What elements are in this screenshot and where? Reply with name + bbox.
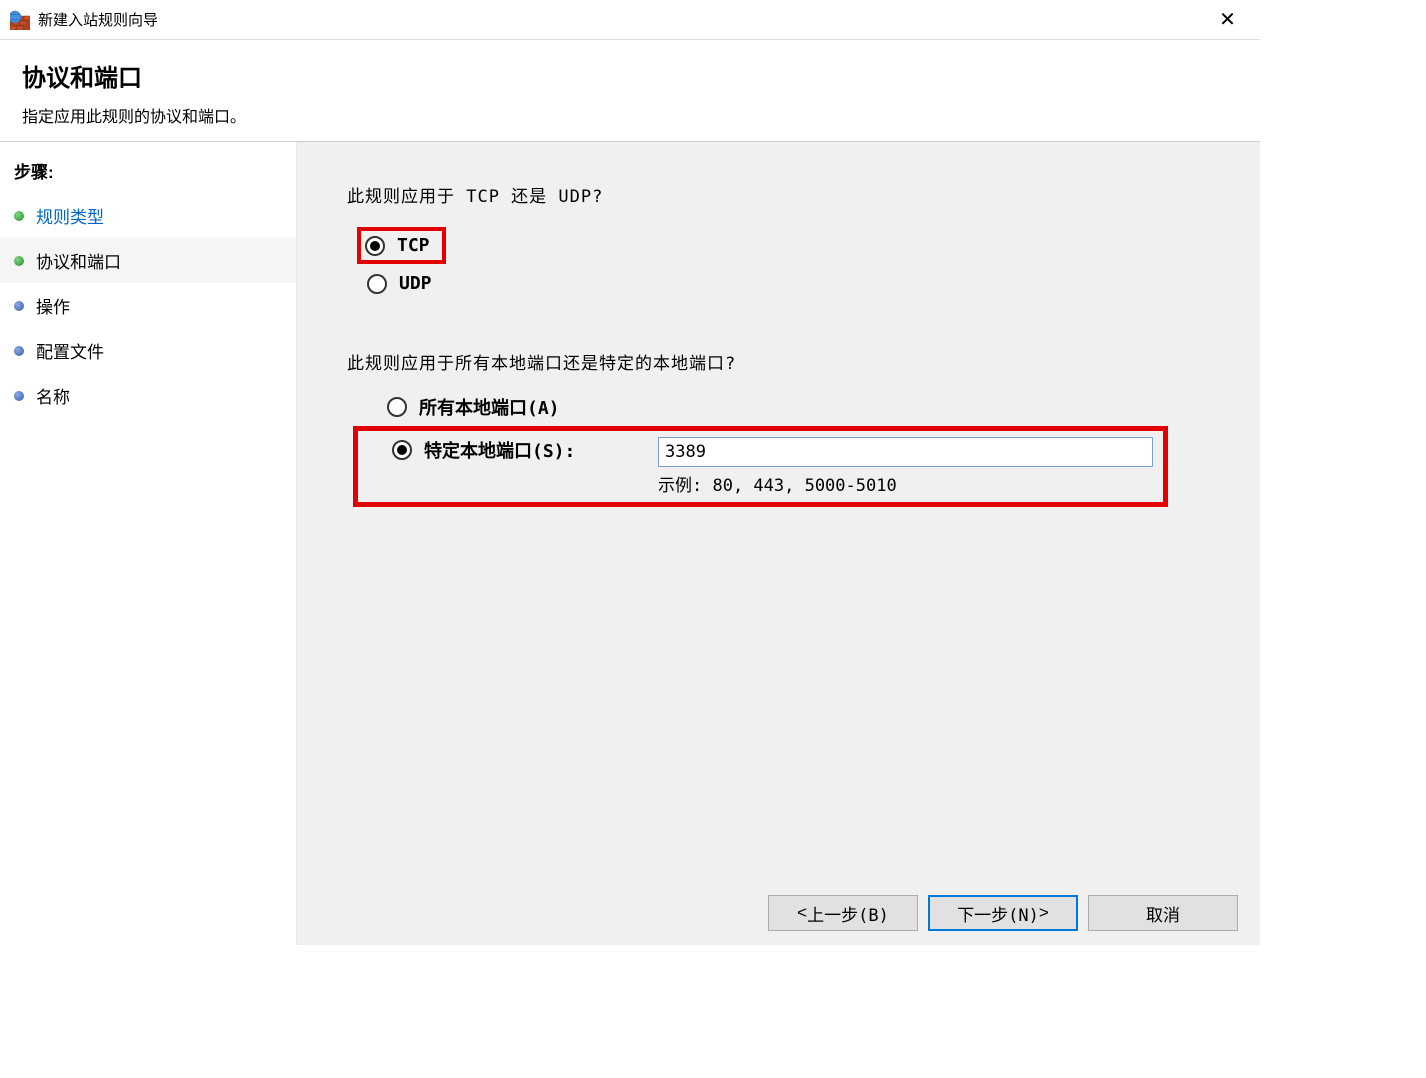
bullet-icon xyxy=(14,211,24,221)
specific-ports-radio-area[interactable]: 特定本地端口(S): xyxy=(392,437,658,463)
titlebar: 新建入站规则向导 ✕ xyxy=(0,0,1260,40)
all-ports-radio[interactable] xyxy=(387,397,407,417)
sidebar-item-label: 名称 xyxy=(36,383,70,408)
sidebar-item-profile[interactable]: 配置文件 xyxy=(0,328,296,373)
udp-radio-row[interactable]: UDP xyxy=(367,268,1210,299)
protocol-question: 此规则应用于 TCP 还是 UDP? xyxy=(347,182,1210,207)
port-input[interactable] xyxy=(658,437,1153,467)
tcp-label: TCP xyxy=(397,235,430,256)
sidebar-item-action[interactable]: 操作 xyxy=(0,283,296,328)
port-example: 示例: 80, 443, 5000-5010 xyxy=(658,471,1153,496)
cancel-button[interactable]: 取消 xyxy=(1088,895,1238,931)
sidebar-item-protocol-port[interactable]: 协议和端口 xyxy=(0,238,296,283)
next-label: 下一步(N) xyxy=(957,901,1039,926)
sidebar-header: 步骤: xyxy=(0,152,296,193)
close-button[interactable]: ✕ xyxy=(1205,5,1250,35)
port-section: 此规则应用于所有本地端口还是特定的本地端口? 所有本地端口(A) 特定本地端口(… xyxy=(347,349,1210,507)
bullet-icon xyxy=(14,256,24,266)
udp-label: UDP xyxy=(399,273,432,294)
chevron-left-icon: < xyxy=(797,903,807,923)
bullet-icon xyxy=(14,346,24,356)
next-button[interactable]: 下一步(N) > xyxy=(928,895,1078,931)
sidebar-item-label: 协议和端口 xyxy=(36,248,121,273)
sidebar-item-name[interactable]: 名称 xyxy=(0,373,296,418)
sidebar-item-label: 规则类型 xyxy=(36,203,104,228)
port-question: 此规则应用于所有本地端口还是特定的本地端口? xyxy=(347,349,1210,374)
specific-ports-row: 特定本地端口(S): 示例: 80, 443, 5000-5010 xyxy=(368,437,1153,496)
sidebar-item-label: 操作 xyxy=(36,293,70,318)
sidebar-item-label: 配置文件 xyxy=(36,338,104,363)
port-input-area: 示例: 80, 443, 5000-5010 xyxy=(658,437,1153,496)
cancel-label: 取消 xyxy=(1146,901,1180,926)
chevron-right-icon: > xyxy=(1039,903,1049,923)
header-area: 协议和端口 指定应用此规则的协议和端口。 xyxy=(0,40,1260,142)
footer: < 上一步(B) 下一步(N) > 取消 xyxy=(297,881,1260,945)
tcp-radio[interactable] xyxy=(365,236,385,256)
bullet-icon xyxy=(14,301,24,311)
page-title: 协议和端口 xyxy=(22,58,1238,93)
page-subtitle: 指定应用此规则的协议和端口。 xyxy=(22,103,1238,127)
port-radio-group: 所有本地端口(A) 特定本地端口(S): 示例: 80, 443, 5000-5… xyxy=(347,394,1210,507)
back-button[interactable]: < 上一步(B) xyxy=(768,895,918,931)
all-ports-label: 所有本地端口(A) xyxy=(419,394,560,420)
protocol-radio-group: TCP UDP xyxy=(347,227,1210,299)
specific-ports-label: 特定本地端口(S): xyxy=(424,437,575,463)
udp-radio[interactable] xyxy=(367,274,387,294)
body-area: 步骤: 规则类型 协议和端口 操作 配置文件 名称 xyxy=(0,142,1260,945)
sidebar: 步骤: 规则类型 协议和端口 操作 配置文件 名称 xyxy=(0,142,297,945)
main-content: 此规则应用于 TCP 还是 UDP? TCP UDP 此规则应用于所有本地端口还… xyxy=(297,142,1260,945)
all-ports-row[interactable]: 所有本地端口(A) xyxy=(387,394,1210,426)
window-title: 新建入站规则向导 xyxy=(38,9,1205,30)
sidebar-item-rule-type[interactable]: 规则类型 xyxy=(0,193,296,238)
tcp-radio-row[interactable]: TCP xyxy=(357,227,446,264)
close-icon: ✕ xyxy=(1219,7,1236,32)
wizard-window: 新建入站规则向导 ✕ 协议和端口 指定应用此规则的协议和端口。 步骤: 规则类型… xyxy=(0,0,1260,945)
bullet-icon xyxy=(14,391,24,401)
back-label: 上一步(B) xyxy=(807,901,889,926)
specific-ports-radio[interactable] xyxy=(392,440,412,460)
specific-port-highlight: 特定本地端口(S): 示例: 80, 443, 5000-5010 xyxy=(353,426,1168,507)
firewall-icon xyxy=(10,10,30,30)
